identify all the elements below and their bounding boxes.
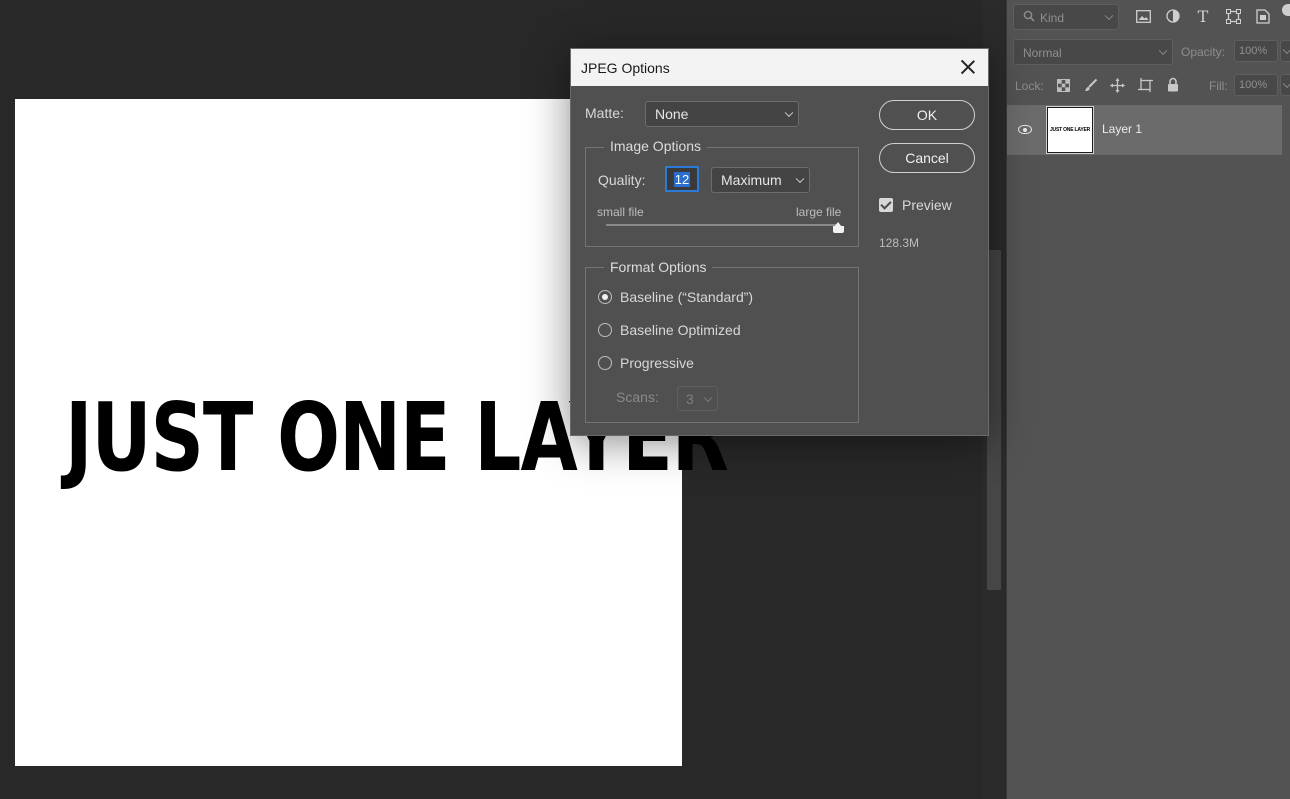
baseline-standard-label[interactable]: Baseline (“Standard”) <box>620 289 753 305</box>
ok-button[interactable]: OK <box>879 100 975 130</box>
chevron-down-icon <box>1104 11 1114 21</box>
blend-mode-value: Normal <box>1023 46 1062 60</box>
matte-value: None <box>655 106 689 122</box>
quality-label: Quality: <box>598 172 646 188</box>
close-icon[interactable] <box>958 57 978 77</box>
image-filter-icon[interactable] <box>1134 7 1152 25</box>
layers-panel: Kind T Normal Opacity: 100% Lock: Fill: … <box>1006 0 1290 799</box>
visibility-eye-icon[interactable] <box>1017 122 1035 138</box>
lock-all-icon[interactable] <box>1164 75 1182 93</box>
large-file-label: large file <box>796 205 842 219</box>
chevron-down-icon <box>1158 46 1168 56</box>
small-file-label: small file <box>597 205 644 219</box>
filter-kind-select[interactable]: Kind <box>1013 4 1119 30</box>
lock-transparent-pixels-icon[interactable] <box>1054 76 1072 94</box>
quality-slider-thumb[interactable] <box>832 222 844 233</box>
layer-thumbnail[interactable]: JUST ONE LAYER <box>1046 106 1094 154</box>
chevron-down-icon <box>784 108 794 118</box>
progressive-label[interactable]: Progressive <box>620 355 694 371</box>
layer-row[interactable]: JUST ONE LAYER Layer 1 <box>1007 105 1282 155</box>
quality-slider-track[interactable] <box>606 224 838 226</box>
opacity-input[interactable]: 100% <box>1234 40 1278 62</box>
chevron-down-icon <box>795 174 805 184</box>
matte-select[interactable]: None <box>645 101 799 127</box>
opacity-label: Opacity: <box>1181 45 1226 59</box>
opacity-value: 100% <box>1239 45 1268 57</box>
preview-label[interactable]: Preview <box>902 197 952 213</box>
format-options-title: Format Options <box>604 259 713 275</box>
smart-object-filter-icon[interactable] <box>1254 7 1272 25</box>
cancel-button[interactable]: Cancel <box>879 143 975 173</box>
quality-input[interactable]: 12 <box>665 166 699 192</box>
chevron-down-icon <box>703 393 713 402</box>
file-size-readout: 128.3M <box>879 236 920 250</box>
dialog-title: JPEG Options <box>581 60 670 76</box>
lock-artboard-icon[interactable] <box>1136 76 1154 94</box>
vertical-scrollbar-thumb[interactable] <box>987 250 1001 590</box>
type-filter-icon[interactable]: T <box>1194 7 1212 26</box>
fill-value: 100% <box>1239 79 1268 91</box>
radio-baseline-optimized[interactable] <box>598 323 612 337</box>
fill-label: Fill: <box>1209 79 1228 93</box>
quality-preset-value: Maximum <box>721 172 782 188</box>
lock-label: Lock: <box>1015 79 1044 93</box>
radio-progressive[interactable] <box>598 356 612 370</box>
scans-label: Scans: <box>616 389 659 405</box>
jpeg-options-dialog: JPEG Options Matte: None Image Options Q… <box>570 48 989 436</box>
quality-value: 12 <box>673 171 691 187</box>
adjustment-filter-icon[interactable] <box>1164 7 1182 25</box>
layer-name[interactable]: Layer 1 <box>1102 122 1142 136</box>
blend-mode-select[interactable]: Normal <box>1013 39 1173 65</box>
baseline-optimized-label[interactable]: Baseline Optimized <box>620 322 741 338</box>
matte-label: Matte: <box>585 105 624 121</box>
search-icon <box>1023 10 1035 25</box>
dialog-titlebar[interactable]: JPEG Options <box>571 49 988 86</box>
image-options-group <box>585 147 859 247</box>
chevron-down-icon <box>1282 45 1290 55</box>
image-options-title: Image Options <box>604 138 708 154</box>
shape-filter-icon[interactable] <box>1224 7 1242 25</box>
scans-select: 3 <box>677 386 718 411</box>
fill-input[interactable]: 100% <box>1234 74 1278 96</box>
filter-kind-value: Kind <box>1040 11 1065 25</box>
preview-checkbox[interactable] <box>879 198 893 212</box>
lock-position-icon[interactable] <box>1108 76 1126 94</box>
fill-slider-toggle[interactable] <box>1280 74 1290 96</box>
chevron-down-icon <box>1282 79 1290 89</box>
opacity-slider-toggle[interactable] <box>1280 40 1290 62</box>
lock-image-pixels-icon[interactable] <box>1082 76 1100 94</box>
filter-toggle-switch[interactable] <box>1282 4 1290 16</box>
quality-preset-select[interactable]: Maximum <box>711 167 810 193</box>
scans-value: 3 <box>686 390 694 407</box>
radio-baseline-standard[interactable] <box>598 290 612 304</box>
